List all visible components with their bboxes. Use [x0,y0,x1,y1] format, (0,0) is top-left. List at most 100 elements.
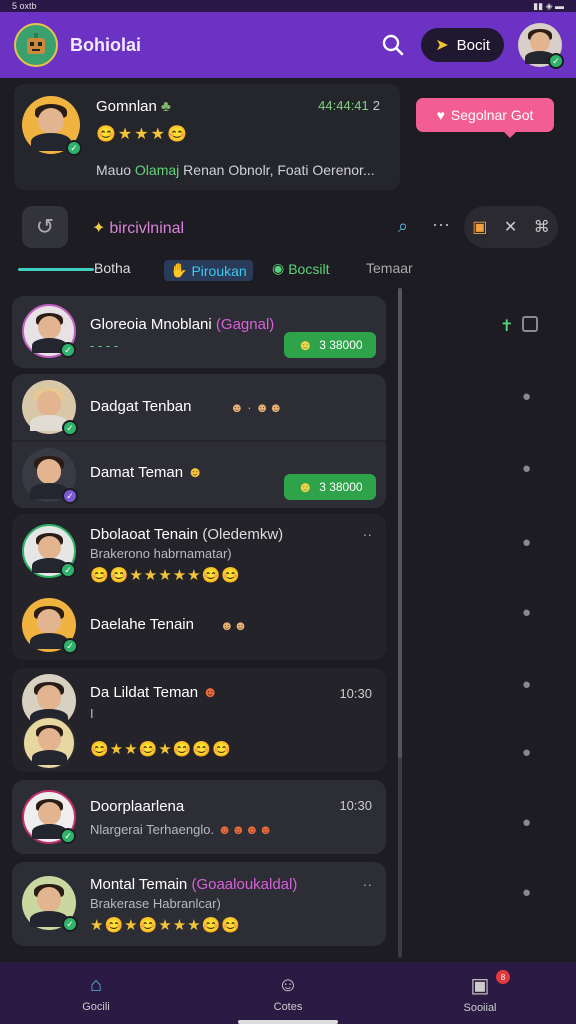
featured-message: Mauo Olamaj Renan Obnolr, Foati Oerenor.… [96,162,375,178]
smile-box-icon: ☺ [277,973,299,996]
tab-botha[interactable]: Botha [94,260,131,276]
reaction-emojis: 😊😊★★★★★😊😊 [90,567,241,584]
avatar: ✓ [22,524,76,578]
avatar: ✓ [22,790,76,844]
avatar: ✓ [22,380,78,436]
reaction-emojis: ★😊★😊★★★😊😊 [90,917,241,934]
nav-social[interactable]: ▣ Sooiial 8 [384,962,576,1024]
status-time: 5 oxtb [12,1,37,11]
search-button[interactable] [375,27,411,63]
profile-avatar[interactable]: ✓ [518,23,564,69]
list-item[interactable]: ✓ Dbolaoat Tenain (Oledemkw) ·· Brakeron… [12,514,386,586]
more-icon[interactable]: ··· [432,214,450,235]
chat-time: 10:30 [339,798,372,813]
featured-chat-card[interactable]: ✓ Gomnlan ♣ 44:44:41 2 😊★★★😊 Mauo Olamaj … [14,84,400,190]
section-search-icon[interactable]: ⌕ [398,216,408,237]
robot-icon [27,33,45,54]
smile-icon: ☻ [297,336,314,354]
chat-subtitle: Brakerono habrnamatar) [90,546,232,561]
flame-icon: ☻ [202,684,219,701]
bottom-nav: ⌂ Gocili ☺ Cotes ▣ Sooiial 8 [0,962,576,1024]
chat-title: Dbolaoat Tenain (Oledemkw) [90,526,284,543]
list-item[interactable]: ✓ Dadgat Tenban ☻ · ☻☻ [12,374,386,440]
nav-home[interactable]: ⌂ Gocili [0,962,192,1024]
smile-icon: ☻ [297,478,314,496]
reward-pill[interactable]: ☻ 3 38000 [284,474,376,500]
link-icon: ⌘ [533,219,550,236]
home-icon: ⌂ [89,973,103,996]
app-header: Bohiolai ➤ Bocit ✓ [0,12,576,78]
chat-card[interactable]: Da Lildat Teman ☻ 10:30 I 😊★★😊★😊😊😊 [12,668,386,772]
tools-icon: ✕ [503,219,518,236]
scrollbar-thumb[interactable] [398,288,402,758]
featured-stars: 😊★★★😊 [96,126,189,143]
scrollbar[interactable] [398,288,402,958]
status-bar: 5 oxtb ▮▮ ◈ ▬ [0,0,576,12]
verified-icon: ✓ [62,420,78,436]
chat-title: Gloreoia Mnoblani (Gagnal) [90,316,275,333]
chat-bubble-icon[interactable]: ● [522,604,531,621]
status-icons: ▮▮ ◈ ▬ [533,0,564,11]
chat-time: 10:30 [339,686,372,701]
boost-label: Bocit [456,36,490,54]
square-icon[interactable] [522,316,538,332]
app-logo[interactable] [14,23,58,67]
add-icon[interactable]: ✝ [500,316,513,336]
avatar: ✓ [22,598,78,654]
chat-bubble-icon[interactable]: ● [522,814,531,831]
chat-card[interactable]: ✓ Dbolaoat Tenain (Oledemkw) ·· Brakeron… [12,514,386,660]
more-icon[interactable]: ·· [363,876,372,892]
avatar: ✓ [22,448,78,504]
gift-icon: ▣ [472,219,488,236]
list-item[interactable]: ✓ Daelahe Tenain ☻☻ [12,592,386,658]
chat-subtitle: Brakerase Habranlcar) [90,896,221,911]
home-indicator [238,1020,338,1024]
list-item[interactable]: ✓ Montal Temain (Goaaloukaldal) ·· Brake… [12,862,386,946]
reaction-icons: ☻☻☻☻ [217,822,273,837]
notification-badge: 8 [496,970,510,984]
tab-bar: Botha ✋ Piroukan ◉ Bocsilt Temaar [0,256,420,282]
nav-cotes[interactable]: ☺ Cotes [192,962,384,1024]
chat-bubble-icon[interactable]: ● [522,534,531,551]
tools-group[interactable]: ▣ ✕ ⌘ [464,206,558,248]
chat-title: Da Lildat Teman ☻ [90,684,219,701]
chat-bubble-icon[interactable]: ● [522,676,531,693]
chat-card[interactable]: ✓ Montal Temain (Goaaloukaldal) ·· Brake… [12,862,386,946]
search-icon [383,34,404,56]
reaction-icons: ☻ · ☻☻ [230,400,283,415]
tab-temaar[interactable]: Temaar [366,260,413,276]
tab-piroukan[interactable]: ✋ Piroukan [164,260,253,281]
boost-button[interactable]: ➤ Bocit [421,28,504,62]
chat-bubble-icon[interactable]: ● [522,388,531,405]
list-item[interactable]: ✓ Doorplaarlena 10:30 Nlargerai Terhaeng… [12,780,386,854]
reward-pill[interactable]: ☻ 3 38000 [284,332,376,358]
tab-indicator [18,268,94,271]
featured-name: Gomnlan ♣ [96,98,171,115]
inbox-icon: ▣ [470,974,490,997]
arrow-icon: ➤ [435,37,449,54]
list-item[interactable]: ✓ Gloreoia Mnoblani (Gagnal) - - - - ☻ 3 … [12,296,386,368]
featured-avatar: ✓ [22,96,82,156]
chat-card[interactable]: ✓ Dadgat Tenban ☻ · ☻☻ ✓ Damat Teman ☻ ☻… [12,374,386,508]
list-item[interactable]: Da Lildat Teman ☻ 10:30 I 😊★★😊★😊😊😊 [12,668,386,772]
refresh-button[interactable]: ↺ [22,206,68,248]
verified-icon: ✓ [62,488,78,504]
refresh-icon: ↺ [35,214,55,239]
reaction-emojis: 😊★★😊★😊😊😊 [90,741,232,758]
list-item[interactable]: ✓ Damat Teman ☻ ☻ 3 38000 [12,442,386,508]
chat-title: Doorplaarlena [90,798,185,815]
chat-bubble-icon[interactable]: ● [522,744,531,761]
verified-icon: ✓ [60,562,76,578]
chat-card[interactable]: ✓ Doorplaarlena 10:30 Nlargerai Terhaeng… [12,780,386,854]
chat-bubble-icon[interactable]: ● [522,460,531,477]
chat-bubble-icon[interactable]: ● [522,884,531,901]
chat-title: Daelahe Tenain [90,616,194,633]
heart-icon: ♥ [436,107,445,123]
tab-bocsilt[interactable]: ◉ Bocsilt [272,260,329,277]
more-icon[interactable]: ·· [363,526,372,542]
promo-button[interactable]: ♥ Segolnar Got [416,98,554,138]
verified-icon: ✓ [60,342,76,358]
chat-card[interactable]: ✓ Gloreoia Mnoblani (Gagnal) - - - - ☻ 3 … [12,296,386,368]
avatar: ✓ [22,304,76,358]
party-icon: ✦ [92,220,106,237]
